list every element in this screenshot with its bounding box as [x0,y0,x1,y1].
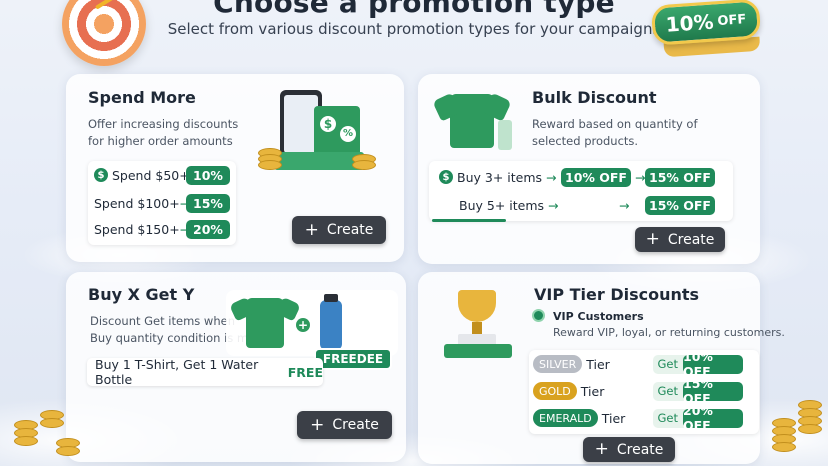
tier-chip-silver: SILVER [533,355,583,373]
description-line: selected products. [532,134,639,148]
trophy-illustration [436,288,520,362]
create-button-bulk-discount[interactable]: + Create [635,227,725,252]
get-label: Get [657,384,679,398]
freebie-badge: FREEDEE [314,348,392,370]
plus-icon: + [310,414,325,435]
dollar-icon: $ [439,170,453,184]
get-label: Get [657,411,679,425]
discount-badge: 10% OFF [650,0,762,46]
card-title: VIP Tier Discounts [534,285,700,304]
offer-text: Buy 1 T-Shirt, Get 1 Water Bottle [95,357,259,387]
offer-example: Buy 1 T-Shirt, Get 1 Water Bottle FREE [87,357,323,387]
bundle-illustration: + [226,290,398,356]
discount-pill: 10% [186,165,230,185]
tier-label: Spend $50+ [112,167,190,183]
arrow-icon: → [635,169,646,185]
plus-icon: + [594,439,609,459]
discount-pill: 15% OFF [683,376,743,406]
tshirt-illustration [432,92,522,156]
badge-value: 10% [664,9,715,37]
description-line: for higher order amounts [88,134,233,148]
tier-row: Spend $150+ → 20% [94,218,230,240]
vip-discount: Get 10% OFF [652,349,743,379]
tier-list: $ Spend $50+ 10% Spend $100+ → 15% Spend… [88,161,236,245]
tier-suffix: Tier [586,356,610,372]
card-title: Spend More [88,88,196,107]
discount-pill: 10% OFF [561,167,631,187]
card-description: Reward based on quantity of selected pro… [532,116,698,150]
bulk-row: $ Buy 3+ items → 10% OFF → 15% OFF [439,166,729,188]
vip-row: EMERALD Tier Get 20% OFF [533,403,755,433]
dollar-icon: $ [94,168,108,182]
discount-pill: 20% [186,219,230,239]
vip-discount: Get 20% OFF [652,403,743,433]
arrow-icon: → [548,197,559,213]
tier-chip-emerald: EMERALD [533,409,598,427]
tier-row: Spend $100+ → 15% [94,192,230,214]
get-label: Get [657,357,679,371]
vip-row: GOLD Tier Get 15% OFF [533,376,755,406]
card-title: Buy X Get Y [88,285,195,304]
create-button-spend-more[interactable]: + Create [292,216,386,244]
progress-bar [432,219,506,222]
plus-icon: + [304,219,319,240]
bulk-tier-table: $ Buy 3+ items → 10% OFF → 15% OFF Buy 5… [429,161,733,221]
create-label: Create [332,417,379,433]
card-title: Bulk Discount [532,88,657,107]
free-label: FREE [287,364,323,380]
tier-suffix: Tier [580,383,605,399]
tier-label: Spend $100+ [94,195,180,211]
create-label: Create [326,222,374,238]
card-description: Reward VIP, loyal, or returning customer… [553,326,785,339]
vip-discount: Get 15% OFF [652,376,743,406]
discount-pill: 15% OFF [645,195,715,215]
tier-suffix: Tier [601,410,626,426]
medal-icon [532,309,545,322]
coins-illustration-right [764,390,828,464]
tier-label: Spend $150+ [94,221,180,237]
vip-tier-list: SILVER Tier Get 10% OFF GOLD Tier Get 15… [529,349,759,434]
arrow-icon: → [546,169,557,185]
create-button-buy-x-get-y[interactable]: + Create [297,411,392,439]
discount-pill: 20% OFF [683,403,743,433]
discount-pill: 15% [186,193,230,213]
create-label: Create [667,231,715,248]
bulk-label: Buy 5+ items [459,197,545,213]
create-button-vip-tier[interactable]: + Create [583,437,675,462]
bulk-row: Buy 5+ items → → 15% OFF [439,194,729,216]
card-description: Offer increasing discounts for higher or… [88,116,238,150]
arrow-icon: → [619,197,630,213]
coins-illustration-left [4,404,84,464]
create-label: Create [616,441,664,458]
tier-chip-gold: GOLD [533,382,577,400]
plus-icon: + [645,229,660,249]
shopping-illustration: $ % [244,90,384,180]
vip-row: SILVER Tier Get 10% OFF [533,349,755,379]
discount-pill: 10% OFF [683,349,743,379]
description-line: Offer increasing discounts [88,117,239,131]
bulk-label: Buy 3+ items [457,169,543,185]
discount-pill: 15% OFF [645,167,715,187]
description-line: Reward based on quantity of [532,117,698,131]
badge-suffix: OFF [716,11,747,29]
tier-row: $ Spend $50+ 10% [94,164,230,186]
vip-subtitle: VIP Customers [553,310,644,323]
